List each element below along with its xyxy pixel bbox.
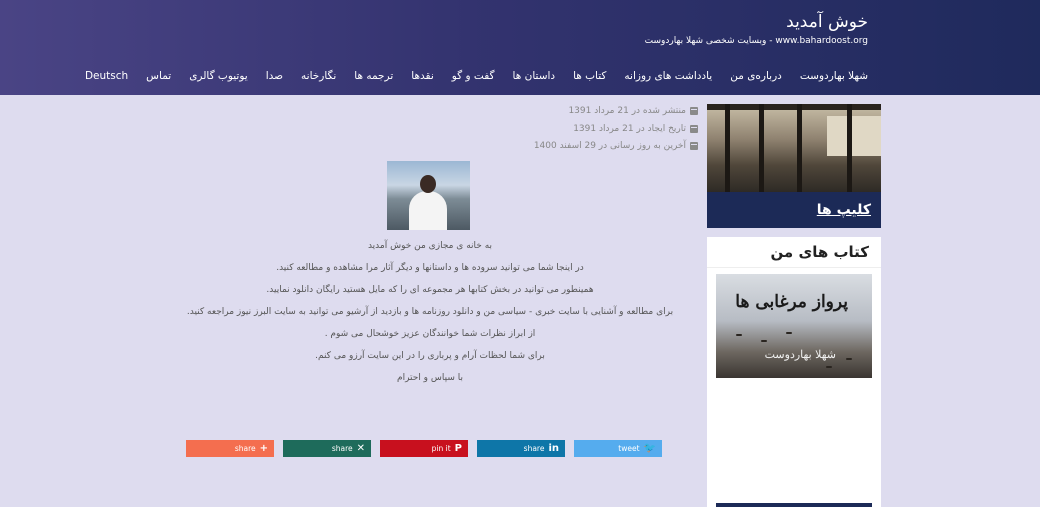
site-title[interactable]: خوش آمدید	[786, 12, 868, 32]
linkedin-share-button[interactable]: share in	[477, 440, 565, 457]
twitter-icon: 🐦	[643, 443, 656, 454]
nav-item-audio[interactable]: صدا	[266, 70, 283, 82]
site-subtitle: www.bahardoost.org - وبسایت شخصی شهلا به…	[644, 36, 868, 46]
intro-line: برای مطالعه و آشنایی با سایت خبری - سیاس…	[186, 307, 674, 317]
nav-item-daily-notes[interactable]: یادداشت های روزانه	[624, 70, 712, 82]
published-date: منتشر شده در 21 مرداد 1391	[568, 106, 698, 116]
calendar-icon	[690, 142, 698, 150]
xing-icon: ✕	[356, 443, 365, 454]
next-widget-edge	[716, 503, 872, 507]
addthis-share-label: share	[234, 444, 256, 453]
calendar-icon	[690, 107, 698, 115]
nav-item-books[interactable]: کتاب ها	[573, 70, 606, 82]
main-nav: شهلا بهاردوست درباره‌ی من یادداشت های رو…	[85, 69, 868, 83]
pinterest-share-button[interactable]: pin it P	[380, 440, 468, 457]
divider	[707, 267, 881, 268]
linkedin-share-label: share	[523, 444, 545, 453]
author-photo	[387, 161, 470, 230]
intro-line: به خانه ی مجازی من خوش آمدید	[367, 241, 493, 251]
intro-line: همینطور می توانید در بخش کتابها هر مجموع…	[266, 285, 594, 295]
pinterest-icon: P	[454, 443, 462, 454]
nav-item-contact[interactable]: تماس	[146, 70, 171, 82]
my-books-widget: کتاب های من پرواز مرغابی ها شهلا بهاردوس…	[707, 237, 881, 507]
nav-item-deutsch[interactable]: Deutsch	[85, 70, 128, 82]
clips-link[interactable]: کلیپ ها	[817, 202, 871, 218]
site-header: خوش آمدید www.bahardoost.org - وبسایت شخ…	[0, 0, 1040, 95]
nav-item-youtube-gallery[interactable]: یوتیوب گالری	[189, 70, 248, 82]
addthis-share-button[interactable]: share +	[186, 440, 274, 457]
book-cover-title: پرواز مرغابی ها	[735, 292, 848, 312]
nav-item-translations[interactable]: ترجمه ها	[354, 70, 393, 82]
nav-item-about[interactable]: درباره‌ی من	[730, 70, 782, 82]
created-date-text: تاریخ ایجاد در 21 مرداد 1391	[573, 124, 686, 134]
nav-item-shahla-bahardoost[interactable]: شهلا بهاردوست	[800, 70, 868, 82]
book-cover-author: شهلا بهاردوست	[764, 348, 836, 361]
nav-item-reviews[interactable]: نقدها	[411, 70, 433, 82]
created-date: تاریخ ایجاد در 21 مرداد 1391	[573, 124, 698, 134]
xing-share-label: share	[331, 444, 353, 453]
my-books-title: کتاب های من	[770, 243, 869, 261]
linkedin-icon: in	[548, 443, 559, 454]
published-date-text: منتشر شده در 21 مرداد 1391	[568, 106, 686, 116]
xing-share-button[interactable]: share ✕	[283, 440, 371, 457]
nav-item-gallery[interactable]: نگارخانه	[301, 70, 336, 82]
book-cover[interactable]: پرواز مرغابی ها شهلا بهاردوست	[716, 274, 872, 378]
tweet-label: tweet	[618, 444, 640, 453]
calendar-icon	[690, 125, 698, 133]
updated-date-text: آخرین به روز رسانی در 29 اسفند 1400	[533, 141, 686, 151]
pin-it-label: pin it	[431, 444, 451, 453]
plus-icon: +	[259, 443, 268, 454]
intro-line: از ابراز نظرات شما خوانندگان عزیز خوشحال…	[324, 329, 536, 339]
nav-item-stories[interactable]: داستان ها	[513, 70, 556, 82]
intro-line: برای شما لحظات آرام و پرباری را در این س…	[315, 351, 545, 361]
updated-date: آخرین به روز رسانی در 29 اسفند 1400	[534, 141, 698, 151]
intro-line: با سپاس و احترام	[397, 373, 463, 383]
clips-bar: کلیپ ها	[707, 192, 881, 228]
clips-image[interactable]	[707, 104, 881, 192]
twitter-share-button[interactable]: tweet 🐦	[574, 440, 662, 457]
nav-item-interviews[interactable]: گفت و گو	[452, 70, 495, 82]
intro-line: در اینجا شما می توانید سروده ها و داستان…	[276, 263, 584, 273]
